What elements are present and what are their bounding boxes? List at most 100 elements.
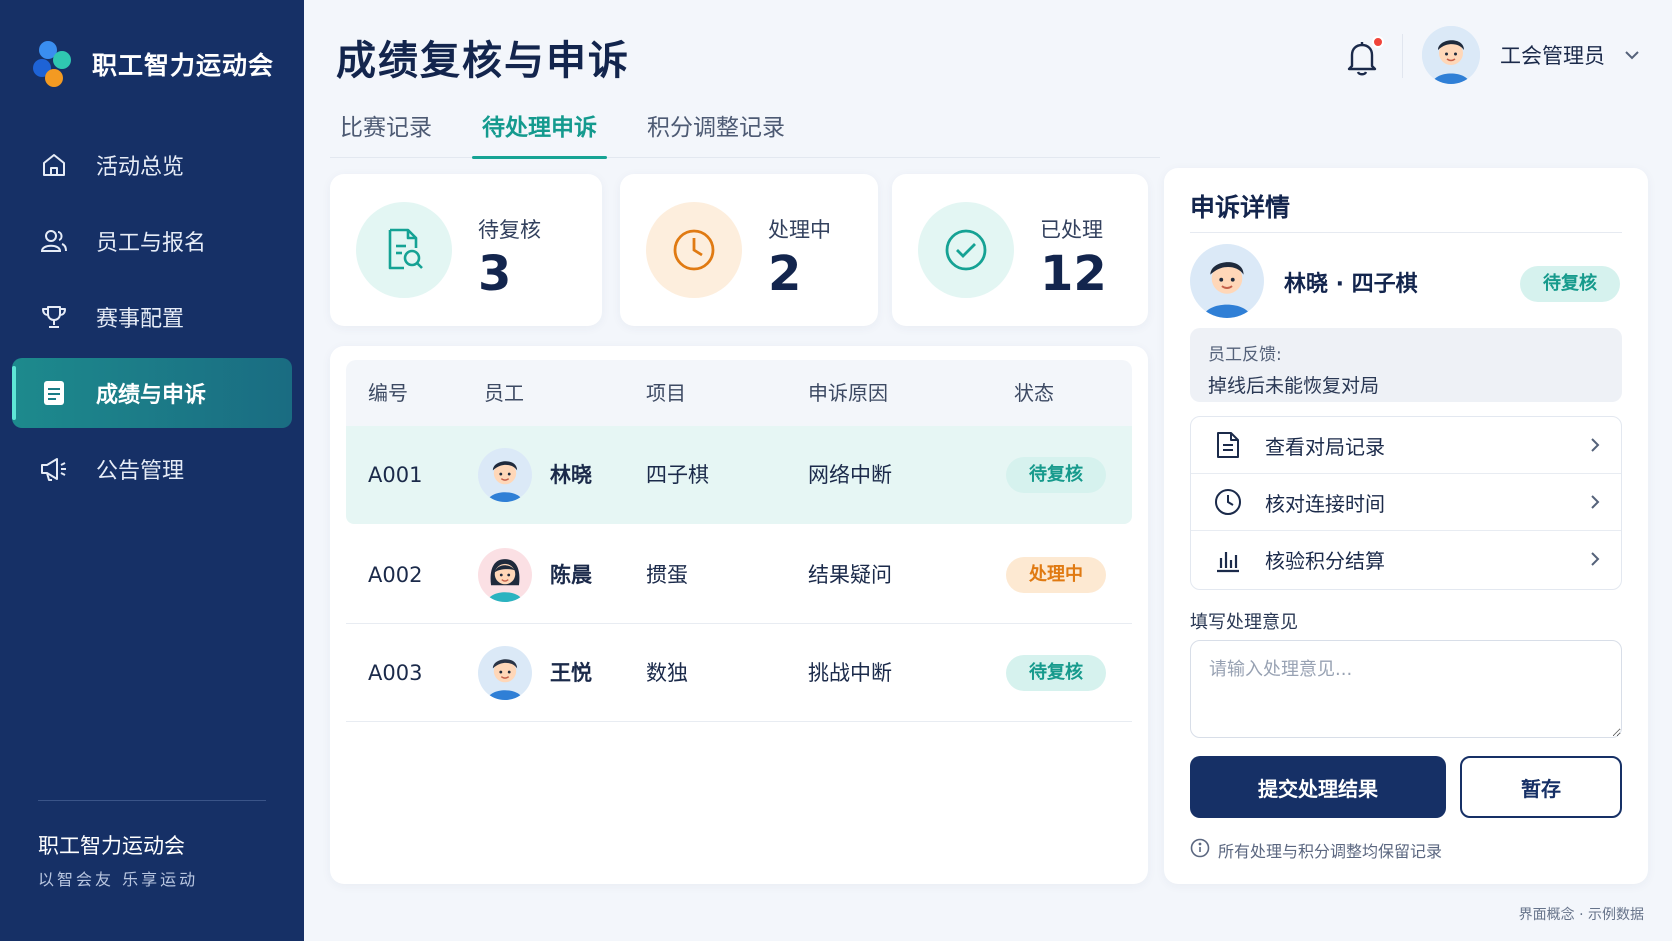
action-label: 核验积分结算	[1265, 549, 1385, 573]
avatar	[1422, 26, 1480, 84]
sidebar-item-label: 公告管理	[96, 459, 185, 484]
sidebar-divider	[38, 800, 266, 801]
users-icon	[38, 225, 70, 257]
table-row[interactable]: A003 王悦 数独 挑战中断 待复核	[346, 624, 1132, 722]
column-header-employee: 员工	[484, 381, 524, 405]
stat-value: 2	[768, 246, 802, 302]
submit-result-button[interactable]: 提交处理结果	[1190, 756, 1446, 818]
avatar	[478, 448, 532, 502]
avatar	[478, 548, 532, 602]
sidebar-item-label: 赛事配置	[96, 307, 185, 332]
sidebar-nav: 活动总览 员工与报名 赛事配置 成绩与申诉 公告管理	[12, 130, 292, 510]
view-match-record-action[interactable]: 查看对局记录	[1191, 417, 1621, 474]
detail-title: 申诉详情	[1190, 193, 1291, 222]
chevron-right-icon	[1587, 494, 1603, 510]
sidebar-item-label: 员工与报名	[96, 231, 207, 256]
sidebar-footer-title: 职工智力运动会	[38, 834, 185, 858]
row-project: 掼蛋	[646, 563, 688, 587]
file-icon	[1213, 430, 1243, 460]
page-title: 成绩复核与申诉	[336, 38, 630, 84]
check-circle-icon	[918, 202, 1014, 298]
tab-match-records[interactable]: 比赛记录	[330, 108, 442, 158]
sidebar-item-announcements[interactable]: 公告管理	[12, 434, 292, 504]
column-header-id: 编号	[368, 381, 408, 405]
bar-chart-icon	[1213, 545, 1243, 575]
user-menu[interactable]: 工会管理员	[1422, 26, 1641, 84]
opinion-textarea[interactable]	[1190, 640, 1622, 738]
tab-bar: 比赛记录 待处理申诉 积分调整记录	[330, 108, 1160, 159]
check-connection-time-action[interactable]: 核对连接时间	[1191, 474, 1621, 531]
status-badge: 待复核	[1006, 457, 1106, 493]
appeal-detail-panel: 申诉详情 林晓 · 四子棋 待复核 员工反馈: 掉线后未能恢复对局 查看对局记录…	[1164, 168, 1648, 884]
row-reason: 结果疑问	[808, 563, 892, 587]
user-name: 工会管理员	[1500, 44, 1605, 68]
megaphone-icon	[38, 453, 70, 485]
stat-card-pending-review[interactable]: 待复核 3	[330, 174, 602, 326]
chevron-down-icon	[1623, 46, 1641, 64]
avatar	[1190, 244, 1264, 318]
stat-card-processed[interactable]: 已处理 12	[892, 174, 1148, 326]
detail-actions-list: 查看对局记录 核对连接时间 核验积分结算	[1190, 416, 1622, 590]
status-badge: 处理中	[1006, 557, 1106, 593]
chevron-right-icon	[1587, 551, 1603, 567]
stat-label: 处理中	[768, 218, 831, 242]
tab-points-adjustments[interactable]: 积分调整记录	[637, 108, 795, 158]
home-icon	[38, 149, 70, 181]
feedback-text: 掉线后未能恢复对局	[1208, 375, 1380, 397]
table-row[interactable]: A001 林晓 四子棋 网络中断 待复核	[346, 426, 1132, 524]
row-employee-name: 王悦	[550, 661, 592, 685]
action-label: 查看对局记录	[1265, 434, 1385, 459]
action-label: 核对连接时间	[1265, 491, 1385, 516]
verify-points-settlement-action[interactable]: 核验积分结算	[1191, 531, 1621, 588]
brand-logo-icon	[26, 36, 82, 92]
sidebar-footer-slogan: 以智会友 乐享运动	[38, 870, 199, 889]
header-separator	[1402, 34, 1403, 78]
sidebar-item-events[interactable]: 赛事配置	[12, 282, 292, 352]
info-icon	[1190, 838, 1210, 862]
column-header-status: 状态	[1014, 381, 1054, 405]
document-search-icon	[356, 202, 452, 298]
sidebar: 职工智力运动会 活动总览 员工与报名 赛事配置 成绩与申诉 公告管理 职工智力运…	[0, 0, 304, 941]
row-id: A002	[368, 563, 423, 587]
sidebar-item-scores-appeals[interactable]: 成绩与申诉	[12, 358, 292, 428]
row-project: 数独	[646, 661, 688, 685]
column-header-project: 项目	[646, 381, 686, 405]
chevron-right-icon	[1587, 437, 1603, 453]
status-badge: 待复核	[1006, 655, 1106, 691]
save-draft-button[interactable]: 暂存	[1460, 756, 1622, 818]
opinion-label: 填写处理意见	[1190, 612, 1298, 633]
table-header: 编号 员工 项目 申诉原因 状态	[346, 360, 1132, 426]
brand[interactable]: 职工智力运动会	[26, 36, 274, 92]
brand-name: 职工智力运动会	[92, 51, 275, 80]
feedback-label: 员工反馈:	[1208, 345, 1282, 365]
record-note: 所有处理与积分调整均保留记录	[1190, 838, 1442, 862]
sidebar-item-employees[interactable]: 员工与报名	[12, 206, 292, 276]
row-employee-name: 陈晨	[550, 563, 592, 587]
row-project: 四子棋	[646, 463, 709, 487]
appeals-table: 编号 员工 项目 申诉原因 状态 A001 林晓 四子棋 网络中断 待复核 A0…	[330, 346, 1148, 884]
concept-disclaimer: 界面概念 · 示例数据	[1518, 907, 1644, 923]
app-root: 职工智力运动会 活动总览 员工与报名 赛事配置 成绩与申诉 公告管理 职工智力运…	[0, 0, 1672, 941]
avatar	[478, 646, 532, 700]
row-id: A001	[368, 463, 423, 487]
row-employee-name: 林晓	[550, 463, 592, 487]
table-row[interactable]: A002 陈晨 掼蛋 结果疑问 处理中	[346, 526, 1132, 624]
status-badge: 待复核	[1520, 266, 1620, 302]
clock-icon	[1213, 487, 1243, 517]
employee-feedback: 员工反馈: 掉线后未能恢复对局	[1190, 328, 1622, 402]
sidebar-item-label: 成绩与申诉	[96, 383, 207, 408]
stat-label: 待复核	[478, 218, 541, 242]
sidebar-item-overview[interactable]: 活动总览	[12, 130, 292, 200]
stat-value: 3	[478, 246, 512, 302]
document-icon	[38, 377, 70, 409]
sidebar-item-label: 活动总览	[96, 155, 185, 180]
row-reason: 网络中断	[808, 463, 892, 487]
clock-icon	[646, 202, 742, 298]
stat-label: 已处理	[1040, 218, 1103, 242]
stat-card-processing[interactable]: 处理中 2	[620, 174, 878, 326]
tab-pending-appeals[interactable]: 待处理申诉	[472, 108, 607, 159]
stat-value: 12	[1040, 246, 1107, 302]
notification-dot	[1372, 36, 1384, 48]
column-header-reason: 申诉原因	[808, 381, 888, 405]
row-reason: 挑战中断	[808, 661, 892, 685]
